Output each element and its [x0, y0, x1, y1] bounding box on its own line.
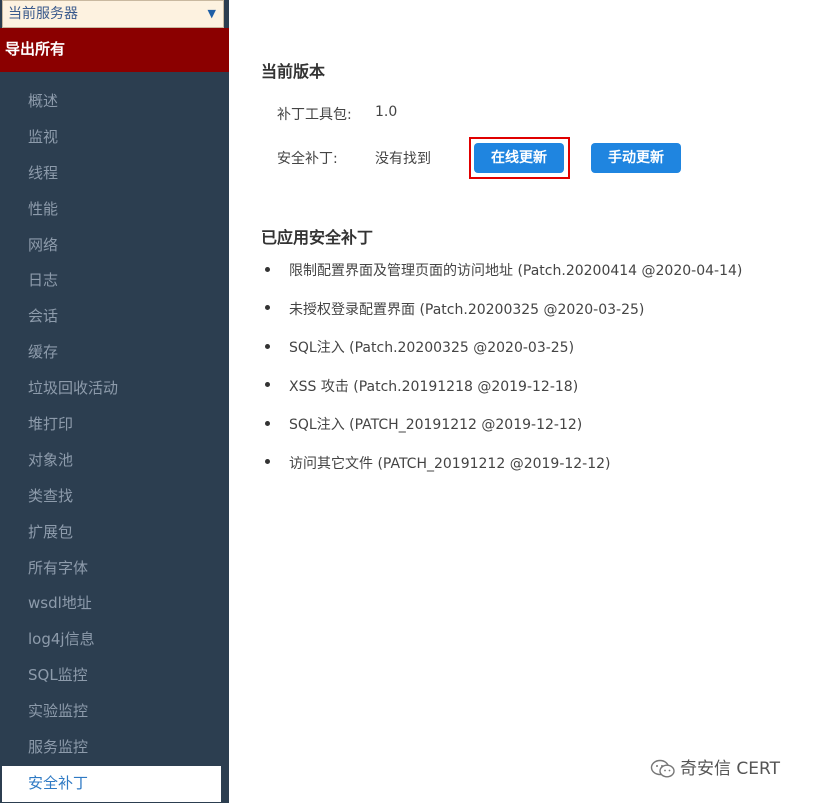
- list-item: 限制配置界面及管理页面的访问地址 (Patch.20200414 @2020-0…: [265, 252, 742, 291]
- sidebar-item[interactable]: 服务监控: [0, 730, 229, 766]
- sidebar-item[interactable]: 监视: [0, 120, 229, 156]
- list-item: SQL注入 (PATCH_20191212 @2019-12-12): [265, 406, 742, 445]
- sidebar-item[interactable]: 概述: [0, 84, 229, 120]
- patch-text: 访问其它文件 (PATCH_20191212 @2019-12-12): [289, 455, 611, 472]
- sidebar-item[interactable]: 所有字体: [0, 551, 229, 587]
- watermark-text: 奇安信 CERT: [680, 759, 780, 779]
- sidebar-item[interactable]: 实验监控: [0, 694, 229, 730]
- list-item: 访问其它文件 (PATCH_20191212 @2019-12-12): [265, 445, 742, 484]
- bullet-icon: [265, 420, 270, 426]
- security-patch-value: 没有找到: [375, 151, 431, 167]
- sidebar-item[interactable]: 堆打印: [0, 407, 229, 443]
- sidebar-item[interactable]: 垃圾回收活动: [0, 371, 229, 407]
- applied-patches-heading: 已应用安全补丁: [261, 228, 374, 247]
- chevron-down-icon[interactable]: ▼: [208, 1, 216, 27]
- current-version-heading: 当前版本: [261, 62, 326, 81]
- sidebar-item[interactable]: 会话: [0, 299, 229, 335]
- list-item: SQL注入 (Patch.20200325 @2020-03-25): [265, 329, 742, 368]
- manual-update-button[interactable]: 手动更新: [591, 143, 681, 173]
- server-select[interactable]: 当前服务器 ▼: [2, 0, 224, 28]
- patch-text: SQL注入 (Patch.20200325 @2020-03-25): [289, 340, 575, 357]
- sidebar-item[interactable]: 扩展包: [0, 515, 229, 551]
- bullet-icon: [265, 382, 270, 388]
- sidebar-item[interactable]: 性能: [0, 192, 229, 228]
- sidebar-item[interactable]: 日志: [0, 263, 229, 299]
- sidebar-item-active[interactable]: 安全补丁: [2, 765, 221, 802]
- sidebar-item[interactable]: SQL监控: [0, 658, 229, 694]
- wechat-icon: [650, 759, 675, 778]
- patch-tool-value: 1.0: [375, 104, 398, 120]
- bullet-icon: [265, 305, 270, 311]
- sidebar-item[interactable]: 对象池: [0, 443, 229, 479]
- export-all-button[interactable]: 导出所有: [0, 28, 229, 72]
- sidebar-item[interactable]: 网络: [0, 228, 229, 264]
- sidebar-item[interactable]: 线程: [0, 156, 229, 192]
- patch-text: 未授权登录配置界面 (Patch.20200325 @2020-03-25): [289, 301, 645, 318]
- bullet-icon: [265, 266, 270, 272]
- bullet-icon: [265, 459, 270, 465]
- main-content: 当前版本 补丁工具包: 1.0 安全补丁: 没有找到 在线更新 手动更新 已应用…: [229, 0, 827, 803]
- watermark: 奇安信 CERT: [650, 754, 780, 779]
- patch-text: 限制配置界面及管理页面的访问地址 (Patch.20200414 @2020-0…: [289, 263, 743, 279]
- patch-tool-label: 补丁工具包:: [277, 107, 352, 123]
- sidebar-item[interactable]: wsdl地址: [0, 586, 229, 622]
- patch-text: SQL注入 (PATCH_20191212 @2019-12-12): [289, 417, 583, 434]
- sidebar-nav: 概述 监视 线程 性能 网络 日志 会话 缓存 垃圾回收活动 堆打印 对象池 类…: [0, 84, 229, 802]
- list-item: XSS 攻击 (Patch.20191218 @2019-12-18): [265, 368, 742, 407]
- patch-text: XSS 攻击 (Patch.20191218 @2019-12-18): [289, 378, 579, 395]
- sidebar-item[interactable]: 缓存: [0, 335, 229, 371]
- applied-patches-list: 限制配置界面及管理页面的访问地址 (Patch.20200414 @2020-0…: [265, 252, 742, 484]
- security-patch-label: 安全补丁:: [277, 151, 338, 167]
- online-update-button[interactable]: 在线更新: [474, 143, 564, 173]
- sidebar: 当前服务器 ▼ 导出所有 概述 监视 线程 性能 网络 日志 会话 缓存 垃圾回…: [0, 0, 229, 803]
- bullet-icon: [265, 343, 270, 349]
- server-select-value: 当前服务器: [8, 6, 78, 22]
- list-item: 未授权登录配置界面 (Patch.20200325 @2020-03-25): [265, 291, 742, 330]
- sidebar-item[interactable]: 类查找: [0, 479, 229, 515]
- sidebar-item[interactable]: log4j信息: [0, 622, 229, 658]
